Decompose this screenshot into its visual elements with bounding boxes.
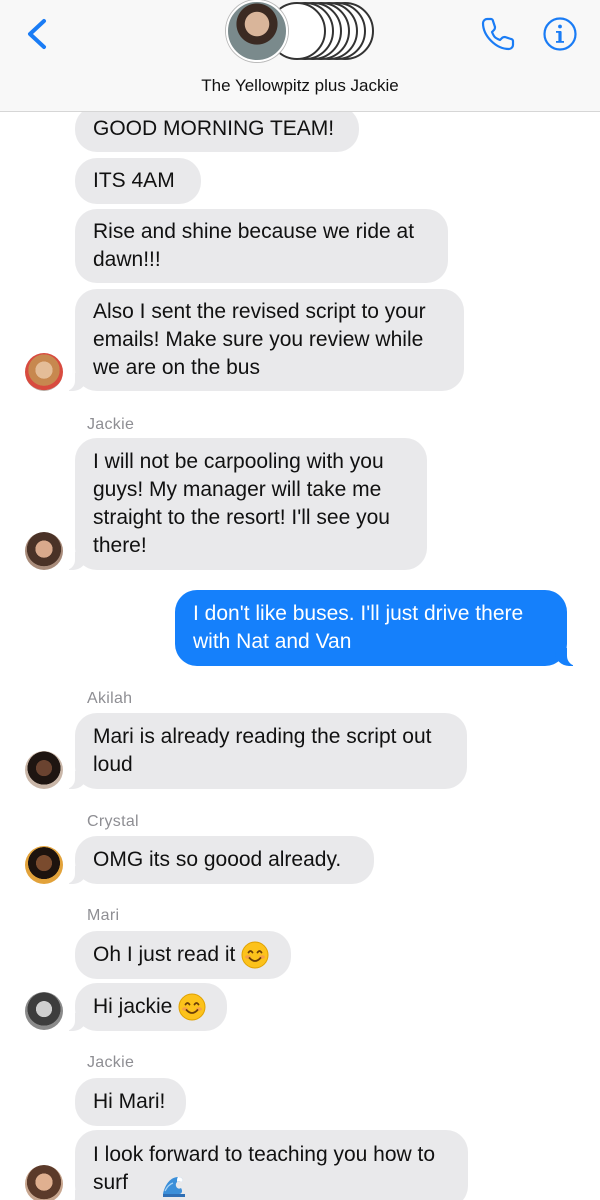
smiling-face-emoji	[241, 941, 269, 969]
message-bubble[interactable]: I will not be carpooling with you guys! …	[63, 438, 427, 570]
message-text: GOOD MORNING TEAM!	[93, 117, 335, 140]
sender-avatar[interactable]	[25, 353, 63, 391]
message-text: Rise and shine because we ride at dawn!!…	[93, 220, 415, 271]
message-text: Hi jackie	[93, 995, 173, 1018]
message-bubble[interactable]: Hi Mari!	[75, 1078, 186, 1126]
smiling-face-emoji	[178, 993, 206, 1021]
back-button[interactable]	[18, 14, 58, 54]
message-text: Hi Mari!	[93, 1090, 166, 1113]
message-text: Also I sent the revised script to your e…	[93, 300, 426, 379]
message-bubble[interactable]: Mari is already reading the script out l…	[63, 713, 467, 789]
sender-avatar[interactable]	[25, 751, 63, 789]
message-text: Oh I just read it	[93, 943, 236, 966]
group-avatar-stack[interactable]	[226, 0, 376, 62]
sender-name: Jackie	[87, 1054, 135, 1071]
message-text: I don't like buses. I'll just drive ther…	[193, 602, 524, 653]
message-bubble[interactable]: Oh I just read it	[75, 931, 291, 979]
message-text: I will not be carpooling with you guys! …	[93, 450, 390, 557]
group-avatar	[226, 0, 288, 62]
sender-avatar[interactable]	[25, 532, 63, 570]
sender-avatar[interactable]	[25, 992, 63, 1030]
message-text: Mari is already reading the script out l…	[93, 725, 432, 776]
message-thread[interactable]: GOOD MORNING TEAM! ITS 4AM Rise and shin…	[0, 106, 600, 1200]
message-bubble[interactable]: GOOD MORNING TEAM!	[75, 106, 359, 152]
sender-name: Mari	[87, 907, 120, 924]
call-button[interactable]	[478, 14, 518, 54]
message-text: I look forward to teaching you how to su…	[93, 1143, 436, 1194]
info-button[interactable]	[542, 16, 578, 52]
message-bubble[interactable]: Also I sent the revised script to your e…	[63, 289, 464, 391]
info-icon	[543, 17, 577, 51]
phone-icon	[481, 17, 515, 51]
message-bubble[interactable]: ITS 4AM	[75, 158, 201, 204]
conversation-header: The Yellowpitz plus Jackie	[0, 0, 600, 112]
sent-message-bubble[interactable]: I don't like buses. I'll just drive ther…	[175, 590, 579, 666]
sender-name: Akilah	[87, 690, 133, 707]
sender-name: Jackie	[87, 416, 135, 433]
message-text: OMG its so goood already.	[93, 848, 342, 871]
sender-avatar[interactable]	[25, 1165, 63, 1200]
message-text: ITS 4AM	[93, 169, 175, 192]
water-wave-emoji	[163, 1177, 185, 1197]
message-bubble[interactable]: OMG its so goood already.	[63, 836, 374, 884]
message-bubble[interactable]: I look forward to teaching you how to su…	[63, 1130, 468, 1200]
message-bubble[interactable]: Rise and shine because we ride at dawn!!…	[75, 209, 448, 283]
conversation-title[interactable]: The Yellowpitz plus Jackie	[0, 76, 600, 96]
chevron-left-icon	[28, 19, 46, 49]
sender-avatar[interactable]	[25, 846, 63, 884]
sender-name: Crystal	[87, 813, 139, 830]
message-bubble[interactable]: Hi jackie	[63, 983, 227, 1031]
